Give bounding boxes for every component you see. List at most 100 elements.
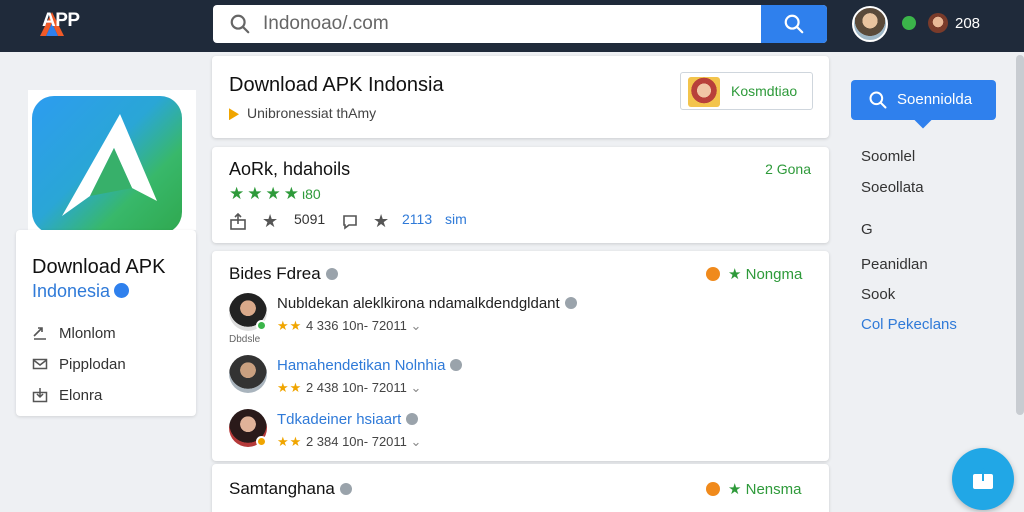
right-menu-item[interactable]: Sook bbox=[861, 286, 895, 303]
secondary-avatar[interactable] bbox=[928, 13, 948, 33]
online-status-icon bbox=[902, 16, 916, 30]
review-caption: Dbdsle bbox=[229, 334, 261, 345]
right-search-label: Soenniolda bbox=[897, 91, 973, 108]
reviewer-name: Hamahendetikan Nolnhia bbox=[277, 357, 463, 374]
bottom-card-filter-label: Nensma bbox=[745, 481, 802, 498]
info-icon bbox=[406, 413, 419, 426]
bottom-card-title-text: Samtanghana bbox=[229, 479, 335, 498]
review-item[interactable]: Hamahendetikan Nolnhia ★★ 2 438 10n- 720… bbox=[229, 355, 809, 405]
hot-icon bbox=[706, 267, 720, 282]
logo-text: APP bbox=[42, 10, 80, 31]
rating-right-label[interactable]: 2 Gona bbox=[765, 161, 811, 177]
star-icon: ★ bbox=[728, 266, 746, 283]
sidebar-item-label: Pipplodan bbox=[59, 356, 126, 373]
app-logo-icon bbox=[32, 96, 182, 234]
info-icon bbox=[564, 297, 577, 310]
chevron-down-icon[interactable]: ⌄ bbox=[411, 380, 422, 395]
sidebar-item-label: Elonra bbox=[59, 387, 103, 404]
reviewer-name-text: Nubldekan aleklkirona ndamalkdendgldant bbox=[277, 295, 560, 312]
reviews-filter[interactable]: ★ Nongma bbox=[706, 265, 802, 283]
reviews-title: Bides Fdrea bbox=[229, 264, 338, 284]
right-menu-item[interactable]: Soomlel bbox=[861, 148, 915, 165]
rating-title: AoRk, hdahoils bbox=[229, 159, 351, 179]
share-icon bbox=[33, 327, 46, 340]
upload-fab-button[interactable] bbox=[952, 448, 1014, 510]
comment-icon[interactable] bbox=[341, 213, 359, 231]
top-bar: APP 208 bbox=[0, 0, 1024, 52]
right-menu-item[interactable]: Soeollata bbox=[861, 179, 924, 196]
chevron-down-icon[interactable]: ⌄ bbox=[411, 434, 422, 449]
badge-label: Kosmdtiao bbox=[731, 83, 798, 99]
reviewer-name: Tdkadeiner hsiaart bbox=[277, 411, 419, 428]
review-meta-text: 4 336 10n- 72011 bbox=[305, 318, 407, 333]
right-search-button[interactable]: Soenniolda bbox=[851, 80, 996, 129]
info-icon bbox=[325, 267, 338, 280]
page-subtitle-text: Unibronessiat thAmy bbox=[247, 105, 377, 121]
bottom-card: Samtanghana ★ Nensma bbox=[212, 464, 829, 512]
review-item[interactable]: Tdkadeiner hsiaart ★★ 2 384 10n- 72011 ⌄ bbox=[229, 409, 809, 459]
mail-icon bbox=[32, 358, 48, 370]
rating-action-link[interactable]: sim bbox=[445, 211, 467, 227]
right-menu-link[interactable]: Col Pekeclans bbox=[861, 316, 957, 333]
search-icon bbox=[784, 14, 804, 34]
hot-icon bbox=[706, 482, 720, 497]
search-button[interactable] bbox=[761, 5, 827, 43]
chevron-down-icon[interactable]: ⌄ bbox=[411, 318, 422, 333]
app-subtitle-text: Indonesia bbox=[32, 281, 111, 301]
page-subtitle: Unibronessiat thAmy bbox=[229, 105, 376, 121]
scrollbar[interactable] bbox=[1016, 55, 1024, 415]
right-menu-item[interactable]: G bbox=[861, 221, 873, 238]
download-icon bbox=[32, 388, 48, 403]
page-title: Download APK Indonsia bbox=[229, 74, 444, 96]
info-icon bbox=[450, 359, 463, 372]
review-stars: ★★ bbox=[277, 318, 303, 333]
featured-badge[interactable]: Kosmdtiao bbox=[680, 72, 813, 110]
user-avatar[interactable] bbox=[852, 6, 888, 42]
bottom-card-filter[interactable]: ★ Nensma bbox=[706, 480, 801, 498]
info-icon bbox=[339, 482, 352, 495]
rating-action-value: 5091 bbox=[294, 211, 326, 227]
review-item[interactable]: Nubldekan aleklkirona ndamalkdendgldant … bbox=[229, 293, 809, 345]
rating-actions: ★ 5091 ★ 2113 sim bbox=[229, 211, 529, 233]
notification-count: 208 bbox=[955, 15, 981, 32]
search-bar bbox=[213, 5, 827, 43]
intro-card: Download APK Indonsia Unibronessiat thAm… bbox=[212, 56, 829, 138]
button-pointer bbox=[914, 111, 932, 129]
share-icon[interactable] bbox=[229, 213, 247, 231]
review-meta: ★★ 4 336 10n- 72011 ⌄ bbox=[277, 318, 421, 334]
rating-count: ι80 bbox=[302, 186, 321, 202]
sidebar-item-download[interactable]: Elonra bbox=[32, 387, 102, 407]
reviews-filter-label: Nongma bbox=[745, 266, 803, 283]
rating-action-value[interactable]: 2113 bbox=[402, 211, 432, 227]
review-stars: ★★ bbox=[277, 434, 303, 449]
review-meta-text: 2 438 10n- 72011 bbox=[305, 380, 407, 395]
verified-icon bbox=[114, 282, 130, 298]
review-meta-text: 2 384 10n- 72011 bbox=[305, 434, 407, 449]
sidebar-item-share[interactable]: Mlonlom bbox=[32, 325, 116, 345]
search-input[interactable] bbox=[263, 5, 763, 43]
reviews-card: Bides Fdrea ★ Nongma Nubldekan aleklkiro… bbox=[212, 251, 829, 461]
flag-icon bbox=[229, 108, 239, 121]
status-icon bbox=[256, 436, 267, 447]
app-title: Download APK bbox=[32, 256, 166, 278]
badge-avatar bbox=[688, 77, 720, 107]
review-meta: ★★ 2 438 10n- 72011 ⌄ bbox=[277, 380, 421, 396]
review-meta: ★★ 2 384 10n- 72011 ⌄ bbox=[277, 434, 421, 450]
star-icon[interactable]: ★ bbox=[262, 211, 278, 232]
star-icon[interactable]: ★ bbox=[373, 211, 389, 232]
reviewer-name: Nubldekan aleklkirona ndamalkdendgldant bbox=[277, 295, 577, 312]
reviews-title-text: Bides Fdrea bbox=[229, 264, 321, 283]
rating-card: AoRk, hdahoils 2 Gona ★★★★ ι80 ★ 5091 ★ … bbox=[212, 147, 829, 243]
online-status-icon bbox=[256, 320, 267, 331]
sidebar-item-label: Mlonlom bbox=[59, 325, 116, 342]
reviewer-name-text: Tdkadeiner hsiaart bbox=[277, 411, 402, 428]
app-subtitle: Indonesia bbox=[32, 281, 130, 302]
reviewer-name-text: Hamahendetikan Nolnhia bbox=[277, 357, 446, 374]
rating-stars: ★★★★ bbox=[229, 184, 302, 203]
bottom-card-title: Samtanghana bbox=[229, 479, 352, 499]
reviewer-avatar bbox=[229, 355, 267, 393]
sidebar-item-mail[interactable]: Pipplodan bbox=[32, 356, 126, 376]
upload-icon bbox=[973, 467, 993, 489]
right-menu-item[interactable]: Peanidlan bbox=[861, 256, 928, 273]
search-icon bbox=[230, 14, 250, 34]
